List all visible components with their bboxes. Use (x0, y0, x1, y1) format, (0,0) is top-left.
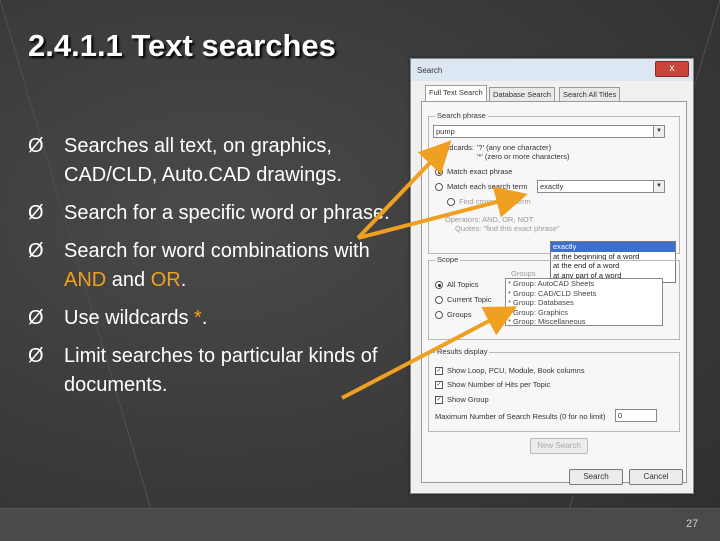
arrow-to-groups (341, 306, 518, 400)
arrow-to-wildcards (356, 140, 452, 240)
annotation-arrows (341, 140, 528, 400)
page-number: 27 (686, 518, 699, 530)
arrow-to-match-mode (357, 186, 528, 240)
